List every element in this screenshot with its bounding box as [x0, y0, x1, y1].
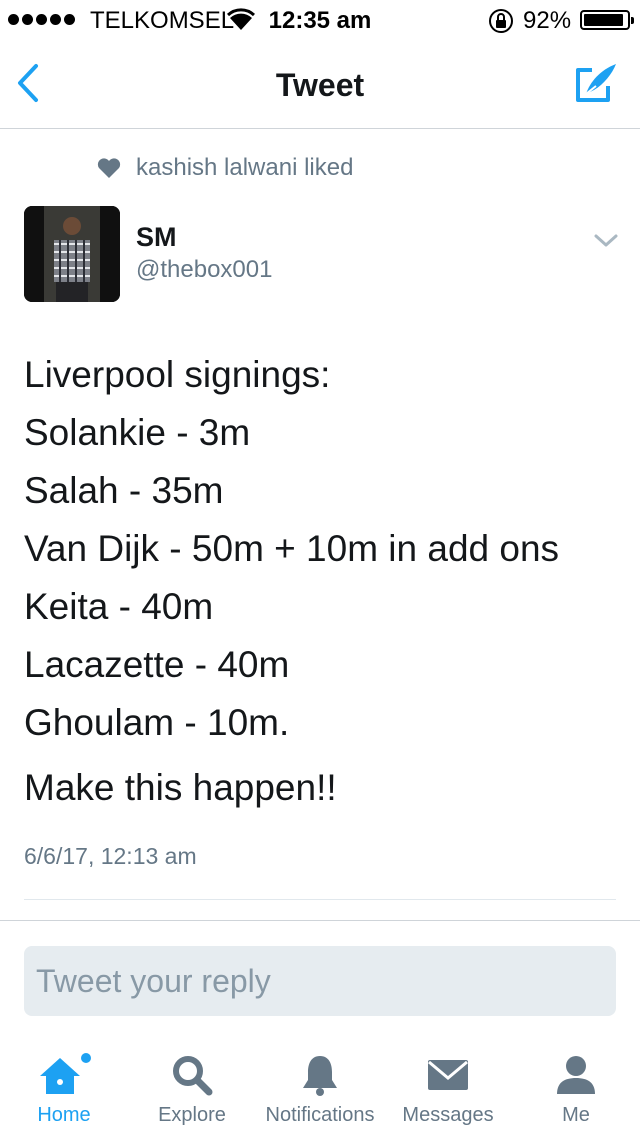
tweet-line: Solankie - 3m [24, 412, 251, 453]
heart-icon [97, 158, 121, 178]
tweet-line: Salah - 35m [24, 470, 224, 511]
envelope-icon [428, 1060, 468, 1090]
page-title: Tweet [275, 67, 365, 103]
home-icon [40, 1053, 91, 1094]
tab-messages[interactable]: Messages [384, 1040, 512, 1136]
tweet-text: Liverpool signings: Solankie - 3m Salah … [24, 346, 624, 752]
tab-explore[interactable]: Explore [128, 1040, 256, 1136]
tweet-line: Lacazette - 40m [24, 644, 290, 685]
nav-bar: Tweet [0, 40, 640, 129]
tab-label: Messages [402, 1104, 494, 1126]
bell-icon [303, 1056, 337, 1096]
tweet-timestamp: 6/6/17, 12:13 am [24, 843, 197, 869]
tab-notifications[interactable]: Notifications [256, 1040, 384, 1136]
avatar[interactable] [24, 206, 120, 302]
battery-icon [580, 10, 634, 30]
tab-me[interactable]: Me [512, 1040, 640, 1136]
tweet-line: Van Dijk - 50m + 10m in add ons [24, 528, 560, 569]
author-name[interactable]: SM [136, 222, 177, 253]
tab-label: Me [562, 1104, 590, 1126]
search-icon [173, 1056, 213, 1096]
tweet-line: Keita - 40m [24, 586, 214, 627]
tweet-line: Ghoulam - 10m. [24, 702, 290, 743]
tab-home[interactable]: Home [0, 1040, 128, 1136]
compose-icon[interactable] [572, 60, 620, 106]
person-icon [557, 1056, 595, 1094]
tweet-closing-line: Make this happen!! [24, 767, 337, 808]
author-handle[interactable]: @thebox001 [136, 256, 272, 284]
tab-label: Explore [158, 1104, 226, 1126]
reply-input[interactable] [24, 946, 616, 1016]
liked-by-text: kashish lalwani liked [136, 154, 354, 181]
divider [24, 899, 616, 900]
chevron-down-icon[interactable] [592, 228, 620, 252]
tab-bar: Home Explore Notifications Messages Me [0, 1040, 640, 1136]
tab-label: Notifications [265, 1104, 375, 1126]
divider [0, 920, 640, 921]
battery-percent: 92% [523, 7, 572, 34]
tweet-line: Liverpool signings: [24, 354, 331, 395]
status-bar: TELKOMSEL 12:35 am 92% [0, 0, 640, 40]
rotation-lock-icon [489, 9, 513, 33]
social-context: kashish lalwani liked [96, 152, 353, 184]
